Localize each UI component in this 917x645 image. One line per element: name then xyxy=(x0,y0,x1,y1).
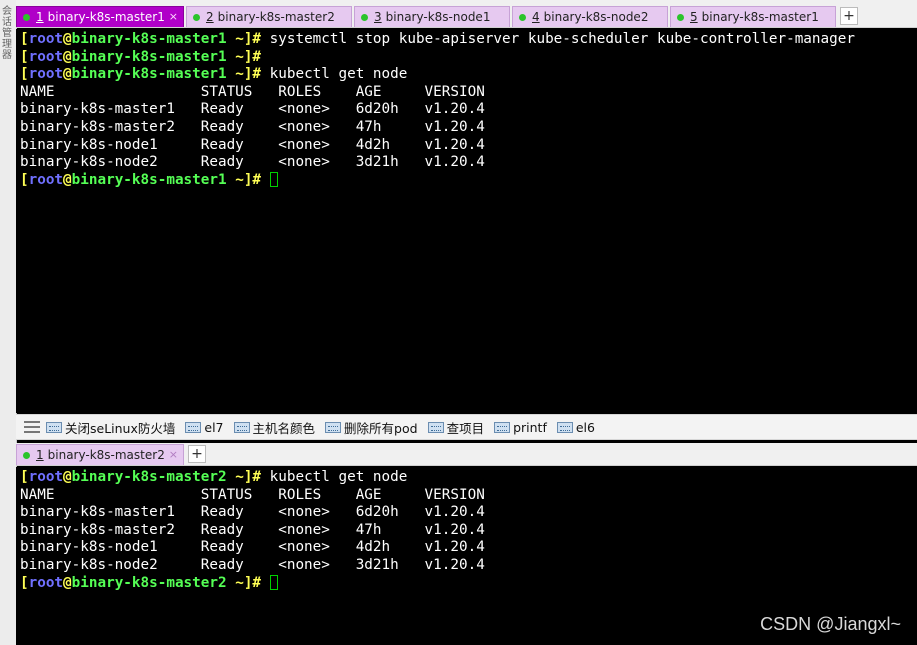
quick-button-bar: 关闭seLinux防火墙 el7 主机名颜色 删除所有pod 查项目 print… xyxy=(16,414,917,440)
output-line: binary-k8s-node2 Ready <none> 3d21h v1.2… xyxy=(20,154,485,171)
quick-button-el6[interactable]: el6 xyxy=(556,420,595,435)
keyboard-icon xyxy=(427,421,444,433)
tab-number: 3 xyxy=(374,10,382,24)
session-manager-sidebar[interactable]: 会话管理器 xyxy=(0,0,17,645)
tab-label: binary-k8s-master1 xyxy=(701,10,819,24)
tab-bottom-binary-k8s-master2[interactable]: 1 binary-k8s-master2 × xyxy=(16,444,184,465)
tab-label: binary-k8s-master2 xyxy=(217,10,335,24)
status-dot-icon xyxy=(23,451,30,459)
tab-label: binary-k8s-master1 xyxy=(47,10,165,24)
cursor xyxy=(269,574,278,590)
bottom-tab-bar: 1 binary-k8s-master2 × + xyxy=(16,443,917,466)
terminal-top[interactable]: [root@binary-k8s-master1 ~]# systemctl s… xyxy=(16,29,917,413)
output-line: binary-k8s-master2 Ready <none> 47h v1.2… xyxy=(20,118,485,135)
status-dot-icon xyxy=(23,13,30,21)
output-line: binary-k8s-master1 Ready <none> 6d20h v1… xyxy=(20,101,485,118)
cursor xyxy=(269,171,278,187)
tab-4-binary-k8s-node2[interactable]: 4 binary-k8s-node2 xyxy=(512,6,668,27)
tab-5-binary-k8s-master1[interactable]: 5 binary-k8s-master1 xyxy=(670,6,836,27)
keyboard-icon xyxy=(325,421,342,433)
output-line: NAME STATUS ROLES AGE VERSION xyxy=(20,486,485,503)
output-line: binary-k8s-master2 Ready <none> 47h v1.2… xyxy=(20,521,485,538)
terminal-line: [root@binary-k8s-master2 ~]# kubectl get… xyxy=(20,469,408,485)
output-line: binary-k8s-node1 Ready <none> 4d2h v1.20… xyxy=(20,136,485,153)
quick-button-hostname-color[interactable]: 主机名颜色 xyxy=(233,418,315,437)
keyboard-icon xyxy=(556,421,573,433)
tab-label: binary-k8s-master2 xyxy=(47,448,165,462)
keyboard-icon xyxy=(185,421,202,433)
tab-3-binary-k8s-node1[interactable]: 3 binary-k8s-node1 xyxy=(354,6,510,27)
watermark: CSDN @Jiangxl~ xyxy=(760,614,901,634)
terminal-line: [root@binary-k8s-master1 ~]# xyxy=(20,48,262,65)
keyboard-icon xyxy=(494,421,511,433)
top-tab-bar: 1 binary-k8s-master1 × 2 binary-k8s-mast… xyxy=(16,5,917,28)
close-tab-icon[interactable]: × xyxy=(169,448,178,461)
quick-button-el7[interactable]: el7 xyxy=(185,420,224,435)
new-tab-button[interactable]: + xyxy=(188,445,206,463)
tab-number: 1 xyxy=(36,10,44,24)
quick-button-delete-all-pods[interactable]: 删除所有pod xyxy=(325,418,418,437)
tab-number: 1 xyxy=(36,448,44,462)
new-tab-button[interactable]: + xyxy=(840,7,858,25)
terminal-line: [root@binary-k8s-master2 ~]# xyxy=(20,574,917,593)
terminal-line: [root@binary-k8s-master1 ~]# systemctl s… xyxy=(20,31,855,47)
terminal-line: [root@binary-k8s-master1 ~]# kubectl get… xyxy=(20,66,408,83)
keyboard-icon xyxy=(46,421,62,433)
status-dot-icon xyxy=(361,13,368,21)
output-line: binary-k8s-node2 Ready <none> 3d21h v1.2… xyxy=(20,556,485,573)
tab-label: binary-k8s-node1 xyxy=(385,10,491,24)
output-line: binary-k8s-node1 Ready <none> 4d2h v1.20… xyxy=(20,539,485,556)
tab-number: 4 xyxy=(532,10,540,24)
terminal-line: [root@binary-k8s-master1 ~]# xyxy=(20,171,917,190)
tab-2-binary-k8s-master2[interactable]: 2 binary-k8s-master2 xyxy=(186,6,352,27)
output-line: NAME STATUS ROLES AGE VERSION xyxy=(20,83,485,100)
tab-number: 2 xyxy=(206,10,214,24)
menu-icon[interactable] xyxy=(24,421,40,433)
status-dot-icon xyxy=(677,13,684,21)
close-tab-icon[interactable]: × xyxy=(169,10,178,23)
sidebar-label: 会话管理器 xyxy=(2,6,12,61)
output-line: binary-k8s-master1 Ready <none> 6d20h v1… xyxy=(20,504,485,521)
quick-button-check-project[interactable]: 查项目 xyxy=(427,418,484,437)
tab-number: 5 xyxy=(690,10,698,24)
quick-button-disable-selinux[interactable]: 关闭seLinux防火墙 xyxy=(46,418,175,437)
tab-label: binary-k8s-node2 xyxy=(543,10,649,24)
quick-button-printf[interactable]: printf xyxy=(494,420,547,435)
status-dot-icon xyxy=(519,13,526,21)
keyboard-icon xyxy=(233,421,250,433)
status-dot-icon xyxy=(193,13,200,21)
tab-1-binary-k8s-master1[interactable]: 1 binary-k8s-master1 × xyxy=(16,6,184,27)
